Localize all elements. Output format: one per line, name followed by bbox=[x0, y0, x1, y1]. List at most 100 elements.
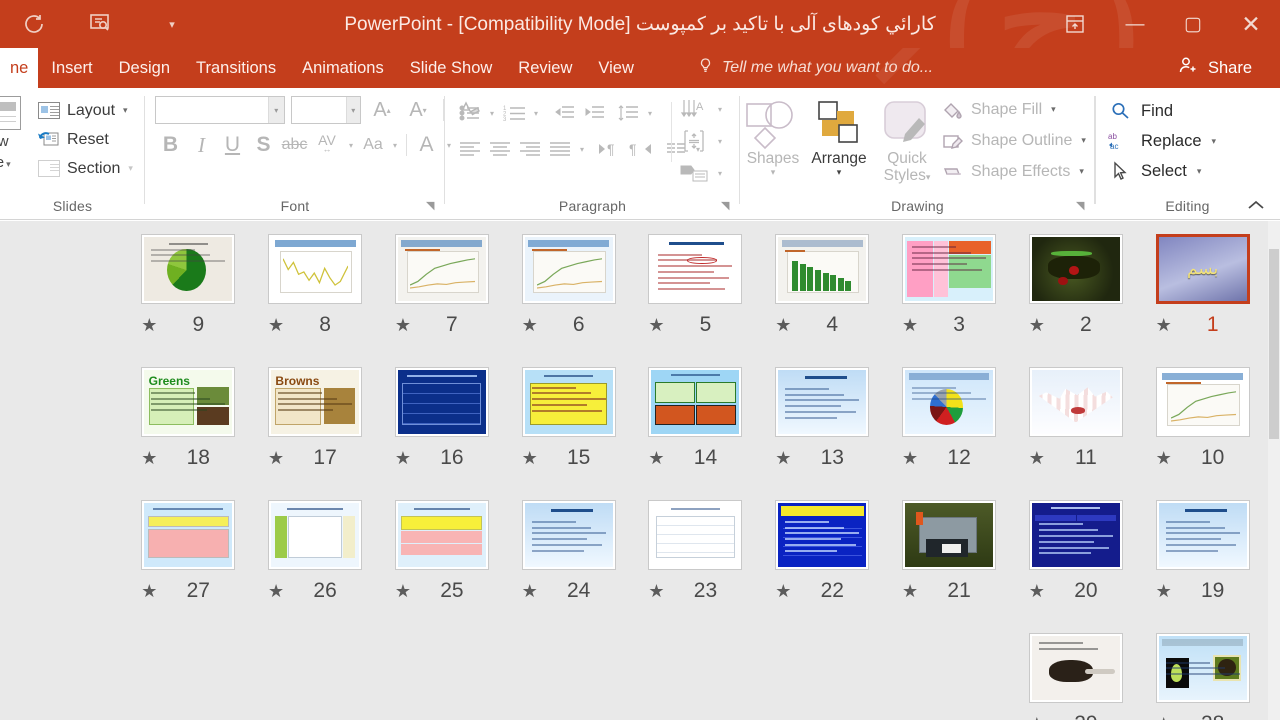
increase-indent-button[interactable] bbox=[579, 98, 609, 128]
animation-star-icon[interactable]: ★ bbox=[648, 449, 664, 467]
slide-thumbnail-8[interactable]: ★ 8 bbox=[252, 229, 379, 362]
replace-button[interactable]: ab ac Replace ▾ bbox=[1107, 126, 1216, 156]
slide-thumbnail-frame[interactable]: Browns bbox=[268, 367, 363, 437]
close-button[interactable]: ✕ bbox=[1222, 0, 1280, 48]
layout-button[interactable]: Layout ▾ bbox=[36, 96, 133, 125]
share-button[interactable]: Share bbox=[1169, 48, 1260, 88]
slide-thumbnail-frame[interactable] bbox=[1028, 500, 1123, 570]
numbering-button[interactable]: 1 2 3 bbox=[499, 98, 529, 128]
slide-thumbnail-frame[interactable] bbox=[1155, 500, 1250, 570]
animation-star-icon[interactable]: ★ bbox=[1029, 316, 1045, 334]
italic-button[interactable]: I bbox=[186, 130, 217, 160]
slide-thumbnail-5[interactable]: ★ 5 bbox=[632, 229, 759, 362]
slide-thumbnail-frame[interactable]: Greens bbox=[141, 367, 236, 437]
restore-button[interactable]: ▢ bbox=[1164, 0, 1222, 48]
shape-effects-button[interactable]: Shape Effects ▾ bbox=[940, 156, 1086, 187]
select-button[interactable]: Select ▾ bbox=[1107, 156, 1216, 186]
collapse-ribbon-button[interactable] bbox=[1244, 194, 1268, 216]
slide-thumbnail-frame[interactable] bbox=[648, 367, 743, 437]
text-shadow-button[interactable]: S bbox=[248, 130, 279, 160]
slide-thumbnail-frame[interactable] bbox=[141, 500, 236, 570]
line-spacing-button[interactable] bbox=[613, 98, 643, 128]
tab-design[interactable]: Design bbox=[106, 48, 183, 88]
animation-star-icon[interactable]: ★ bbox=[141, 582, 157, 600]
slide-thumbnail-1[interactable]: بسم ★ 1 bbox=[1139, 229, 1266, 362]
slide-thumbnail-24[interactable]: ★ 24 bbox=[505, 495, 632, 628]
slide-thumbnail-frame[interactable] bbox=[268, 500, 363, 570]
slide-thumbnail-25[interactable]: ★ 25 bbox=[378, 495, 505, 628]
animation-star-icon[interactable]: ★ bbox=[902, 316, 918, 334]
slide-thumbnail-frame[interactable] bbox=[394, 367, 489, 437]
animation-star-icon[interactable]: ★ bbox=[1156, 316, 1172, 334]
slide-thumbnail-frame[interactable] bbox=[141, 234, 236, 304]
align-center-button[interactable] bbox=[485, 134, 515, 164]
chevron-down-icon[interactable]: ▾ bbox=[388, 130, 402, 160]
animation-star-icon[interactable]: ★ bbox=[775, 582, 791, 600]
bullets-button[interactable] bbox=[455, 98, 485, 128]
slide-thumbnail-frame[interactable] bbox=[394, 500, 489, 570]
scrollbar-thumb[interactable] bbox=[1269, 249, 1279, 439]
slide-thumbnail-22[interactable]: ★ 22 bbox=[759, 495, 886, 628]
slide-thumbnail-11[interactable]: ★ 11 bbox=[1012, 362, 1139, 495]
change-case-button[interactable]: Aa bbox=[358, 130, 388, 160]
bold-button[interactable]: B bbox=[155, 130, 186, 160]
slide-thumbnail-frame[interactable] bbox=[521, 367, 616, 437]
slide-thumbnail-frame[interactable] bbox=[1028, 234, 1123, 304]
paragraph-dialog-launcher[interactable]: ◥ bbox=[721, 199, 734, 212]
slide-thumbnail-28[interactable]: ★ 28 bbox=[1139, 628, 1266, 720]
slide-thumbnail-7[interactable]: ★ 7 bbox=[378, 229, 505, 362]
tab-home[interactable]: ne bbox=[0, 48, 39, 88]
slide-thumbnail-frame[interactable] bbox=[902, 367, 996, 437]
slide-thumbnail-frame[interactable] bbox=[648, 500, 743, 570]
font-dialog-launcher[interactable]: ◥ bbox=[426, 199, 439, 212]
animation-star-icon[interactable]: ★ bbox=[268, 449, 284, 467]
tab-transitions[interactable]: Transitions bbox=[183, 48, 289, 88]
align-left-button[interactable] bbox=[455, 134, 485, 164]
slide-thumbnail-3[interactable]: ★ 3 bbox=[886, 229, 1013, 362]
animation-star-icon[interactable]: ★ bbox=[1029, 715, 1045, 720]
chevron-down-icon[interactable]: ▾ bbox=[643, 98, 657, 128]
animation-star-icon[interactable]: ★ bbox=[141, 449, 157, 467]
convert-to-smartart-button[interactable] bbox=[677, 158, 713, 188]
slide-thumbnail-18[interactable]: Greens ★ 18 bbox=[125, 362, 252, 495]
underline-button[interactable]: U bbox=[217, 130, 248, 160]
slide-thumbnail-26[interactable]: ★ 26 bbox=[252, 495, 379, 628]
chevron-down-icon[interactable]: ▾ bbox=[713, 158, 727, 188]
drawing-dialog-launcher[interactable]: ◥ bbox=[1076, 199, 1089, 212]
slide-thumbnail-frame[interactable] bbox=[1028, 633, 1123, 703]
slide-thumbnail-frame[interactable] bbox=[1155, 633, 1250, 703]
animation-star-icon[interactable]: ★ bbox=[775, 449, 791, 467]
align-right-button[interactable] bbox=[515, 134, 545, 164]
animation-star-icon[interactable]: ★ bbox=[1029, 582, 1045, 600]
slide-thumbnail-frame[interactable] bbox=[902, 234, 996, 304]
chevron-down-icon[interactable]: ▾ bbox=[575, 134, 589, 164]
ribbon-display-options-icon[interactable] bbox=[1044, 0, 1106, 48]
tab-slide-show[interactable]: Slide Show bbox=[397, 48, 506, 88]
slide-thumbnail-16[interactable]: ★ 16 bbox=[378, 362, 505, 495]
animation-star-icon[interactable]: ★ bbox=[395, 582, 411, 600]
slide-thumbnail-frame[interactable]: بسم bbox=[1155, 234, 1250, 304]
slide-thumbnail-20[interactable]: ★ 20 bbox=[1012, 495, 1139, 628]
slide-thumbnail-6[interactable]: ★ 6 bbox=[505, 229, 632, 362]
rtl-text-direction-button[interactable]: ¶ bbox=[625, 134, 655, 164]
shape-outline-button[interactable]: Shape Outline ▾ bbox=[940, 125, 1086, 156]
slide-thumbnail-frame[interactable] bbox=[521, 500, 616, 570]
slide-thumbnail-frame[interactable] bbox=[648, 234, 743, 304]
animation-star-icon[interactable]: ★ bbox=[1156, 582, 1172, 600]
animation-star-icon[interactable]: ★ bbox=[902, 582, 918, 600]
font-color-button[interactable]: A bbox=[411, 130, 442, 160]
slide-thumbnail-frame[interactable] bbox=[902, 500, 996, 570]
strikethrough-button[interactable]: abc bbox=[279, 130, 310, 160]
slide-thumbnail-frame[interactable] bbox=[521, 234, 616, 304]
tell-me-search[interactable]: Tell me what you want to do... bbox=[697, 48, 933, 88]
slide-thumbnail-27[interactable]: ★ 27 bbox=[125, 495, 252, 628]
tab-insert[interactable]: Insert bbox=[38, 48, 105, 88]
chevron-down-icon[interactable]: ▾ bbox=[485, 98, 499, 128]
animation-star-icon[interactable]: ★ bbox=[648, 582, 664, 600]
slide-thumbnail-19[interactable]: ★ 19 bbox=[1139, 495, 1266, 628]
slide-thumbnail-9[interactable]: ★ 9 bbox=[125, 229, 252, 362]
new-slide-button[interactable]: ew de▾ bbox=[0, 96, 30, 173]
slide-thumbnail-12[interactable]: ★ 12 bbox=[886, 362, 1013, 495]
slide-thumbnail-frame[interactable] bbox=[1028, 367, 1123, 437]
font-name-combo[interactable]: ▾ bbox=[155, 96, 285, 124]
